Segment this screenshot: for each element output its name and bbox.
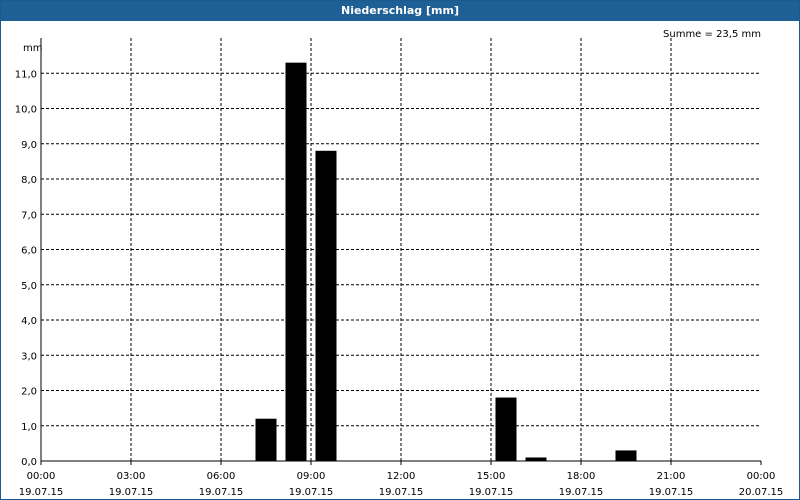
x-tick-time: 09:00 bbox=[297, 471, 326, 482]
x-tick-date: 19.07.15 bbox=[289, 487, 334, 498]
precipitation-bar bbox=[285, 62, 307, 462]
x-tick-time: 00:00 bbox=[27, 471, 56, 482]
precipitation-bar bbox=[615, 450, 637, 461]
y-tick-label: 5,0 bbox=[21, 281, 37, 292]
y-tick-label: 11,0 bbox=[15, 69, 37, 80]
x-tick-date: 19.07.15 bbox=[109, 487, 154, 498]
y-tick-label: 2,0 bbox=[21, 387, 37, 398]
x-tick-time: 15:00 bbox=[477, 471, 506, 482]
chart-window: Niederschlag [mm] 0,0 1,0 2,0 3,0 4,0 5,0 6,0 7… bbox=[0, 0, 800, 500]
y-tick-label: 3,0 bbox=[21, 351, 37, 362]
bars bbox=[255, 62, 637, 462]
x-tick-date: 20.07.15 bbox=[739, 487, 784, 498]
y-axis-unit-label: mm bbox=[23, 43, 42, 54]
precipitation-bar bbox=[525, 457, 547, 461]
x-tick-date: 19.07.15 bbox=[559, 487, 604, 498]
x-tick-time: 00:00 bbox=[747, 471, 776, 482]
y-tick-label: 7,0 bbox=[21, 210, 37, 221]
y-tick-label: 9,0 bbox=[21, 140, 37, 151]
precipitation-bar bbox=[495, 397, 517, 461]
x-tick-date: 19.07.15 bbox=[649, 487, 694, 498]
y-tick-label: 4,0 bbox=[21, 316, 37, 327]
tick-labels: 0,0 1,0 2,0 3,0 4,0 5,0 6,0 7,0 8,0 9,0 10,0 11,0 00… bbox=[15, 29, 784, 498]
x-tick-date: 19.07.15 bbox=[19, 487, 64, 498]
y-tick-label: 0,0 bbox=[21, 457, 37, 468]
x-tick-time: 18:00 bbox=[567, 471, 596, 482]
y-tick-label: 10,0 bbox=[15, 105, 37, 116]
x-tick-time: 21:00 bbox=[657, 471, 686, 482]
grid-lines bbox=[41, 38, 761, 461]
precipitation-chart: 0,0 1,0 2,0 3,0 4,0 5,0 6,0 7,0 8,0 9,0 10,0 11,0 00… bbox=[15, 29, 784, 498]
precipitation-bar bbox=[315, 150, 337, 462]
x-tick-time: 03:00 bbox=[117, 471, 146, 482]
x-tick-date: 19.07.15 bbox=[199, 487, 244, 498]
x-tick-time: 12:00 bbox=[387, 471, 416, 482]
y-tick-label: 1,0 bbox=[21, 422, 37, 433]
precipitation-bar bbox=[255, 418, 277, 461]
sum-annotation: Summe = 23,5 mm bbox=[663, 29, 761, 40]
x-tick-date: 19.07.15 bbox=[469, 487, 514, 498]
x-tick-time: 06:00 bbox=[207, 471, 236, 482]
x-tick-date: 19.07.15 bbox=[379, 487, 424, 498]
y-tick-label: 8,0 bbox=[21, 175, 37, 186]
y-tick-label: 6,0 bbox=[21, 246, 37, 257]
